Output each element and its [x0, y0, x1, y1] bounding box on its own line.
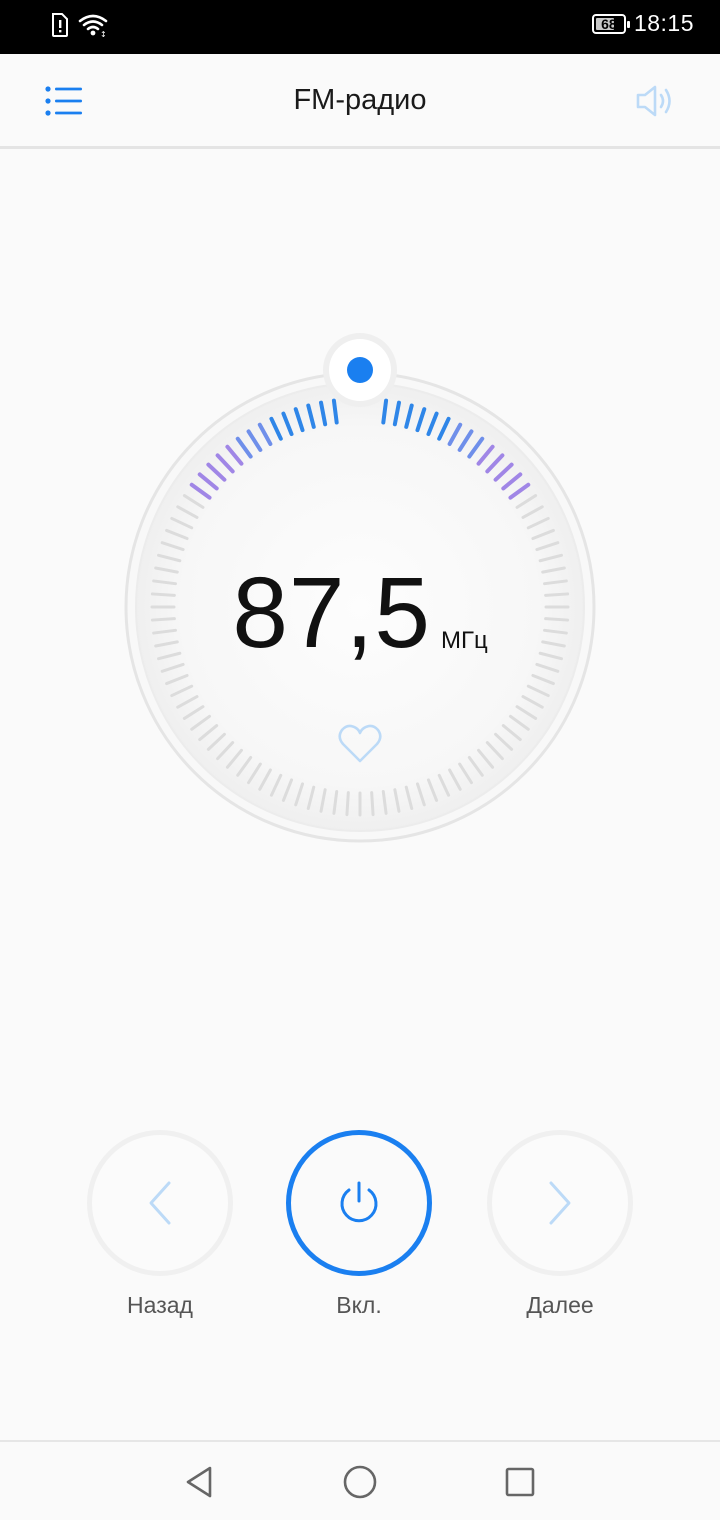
scale-tick	[345, 791, 350, 817]
nav-recents-button[interactable]	[492, 1456, 548, 1508]
speaker-toggle-button[interactable]	[628, 76, 684, 126]
home-icon	[343, 1465, 377, 1499]
power-label: Вкл.	[336, 1292, 382, 1318]
power-icon	[340, 1181, 378, 1223]
clock: 18:15	[633, 10, 694, 36]
next-label: Далее	[526, 1292, 594, 1318]
status-icons-left: ↕	[50, 12, 108, 43]
fm-radio-screen: ↕ 68 18:15 FM-радио 87,5 МГц Назад Вкл. …	[0, 0, 720, 1520]
battery-level: 68	[601, 15, 617, 32]
chevron-left-icon	[149, 1181, 171, 1225]
previous-station-button[interactable]	[87, 1130, 233, 1276]
battery-icon: 68	[591, 13, 630, 34]
wifi-icon: ↕	[78, 12, 108, 43]
status-bar: ↕ 68 18:15	[0, 0, 720, 54]
svg-text:↕: ↕	[100, 30, 107, 38]
scale-tick	[370, 791, 375, 817]
nav-back-button[interactable]	[172, 1456, 228, 1508]
nav-home-button[interactable]	[332, 1456, 388, 1508]
app-bar: FM-радио	[0, 54, 720, 149]
recents-icon	[505, 1467, 535, 1497]
previous-label: Назад	[127, 1292, 193, 1318]
speaker-icon	[636, 85, 671, 117]
frequency-display: 87,5 МГц	[120, 553, 600, 663]
page-title: FM-радио	[293, 84, 427, 116]
next-station-button[interactable]	[487, 1130, 633, 1276]
chevron-right-icon	[549, 1181, 571, 1225]
sim-alert-icon	[50, 12, 70, 43]
scale-tick	[381, 398, 389, 425]
status-icons-right: 68 18:15	[591, 10, 694, 37]
system-nav-bar	[0, 1440, 720, 1520]
tuning-knob[interactable]	[323, 333, 397, 407]
power-button[interactable]	[286, 1130, 432, 1276]
back-icon	[186, 1466, 212, 1498]
frequency-unit: МГц	[440, 627, 488, 654]
heart-icon	[338, 724, 382, 763]
favorite-button[interactable]	[336, 722, 384, 766]
scale-tick	[331, 398, 339, 425]
frequency-value: 87,5	[232, 557, 431, 669]
